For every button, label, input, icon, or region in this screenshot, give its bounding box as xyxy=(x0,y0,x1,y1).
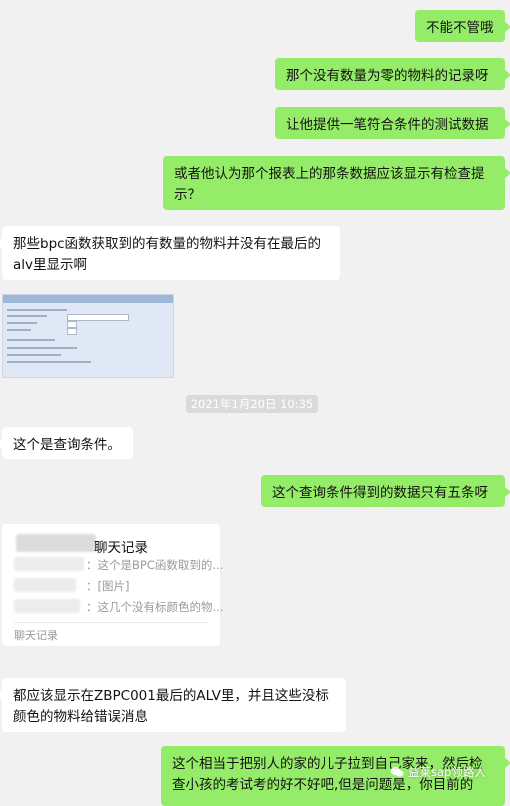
message-text-line: 颜色的物料给错误消息 xyxy=(13,709,148,725)
divider xyxy=(14,622,208,623)
chat-record-card[interactable]: 聊天记录 ：这个是BPC函数取到的... ：[图片] ：这几个没有标颜色的物..… xyxy=(2,524,224,646)
message-bubble-outgoing[interactable]: 让他提供一笔符合条件的测试数据 xyxy=(275,107,510,139)
message-bubble-incoming[interactable]: 那些bpc函数获取到的有数量的物料并没有在最后的 alv里显示啊 xyxy=(0,226,340,280)
message-bubble-outgoing[interactable]: 那个没有数量为零的物料的记录呀 xyxy=(275,58,510,90)
message-text: 这个查询条件得到的数据只有五条呀 xyxy=(272,485,488,501)
timestamp: 2021年1月20日 10:35 xyxy=(186,395,318,413)
message-text-line: 或者他认为那个报表上的那条数据应该显示有检查提 xyxy=(174,166,485,182)
image-message-thumbnail[interactable] xyxy=(2,294,174,378)
chat-record-row: ：[图片] xyxy=(86,579,130,593)
chat-record-title: 聊天记录 xyxy=(94,540,148,556)
chat-record-row: ：这几个没有标颜色的物... xyxy=(86,600,224,614)
message-text-line: 那些bpc函数获取到的有数量的物料并没有在最后的 xyxy=(13,236,322,252)
message-text: 那个没有数量为零的物料的记录呀 xyxy=(286,68,489,84)
message-text-line: 都应该显示在ZBPC001最后的ALV里，并且这些没标 xyxy=(13,688,329,704)
message-bubble-outgoing[interactable]: 或者他认为那个报表上的那条数据应该显示有检查提 示？ xyxy=(163,156,510,210)
watermark: 益莱sap领路人 xyxy=(390,764,486,780)
message-bubble-outgoing[interactable]: 这个查询条件得到的数据只有五条呀 xyxy=(261,475,510,507)
redacted-name xyxy=(16,534,96,552)
redacted-name xyxy=(14,578,76,592)
message-text: 让他提供一笔符合条件的测试数据 xyxy=(286,117,489,133)
redacted-name xyxy=(14,557,84,571)
message-bubble-incoming[interactable]: 这个是查询条件。 xyxy=(0,427,133,459)
redacted-name xyxy=(14,599,80,613)
watermark-text: 益莱sap领路人 xyxy=(408,765,486,779)
message-text: 这个是查询条件。 xyxy=(13,437,121,453)
message-text: 不能不管哦 xyxy=(426,20,494,36)
chat-record-row: ：这个是BPC函数取到的... xyxy=(86,558,224,572)
message-bubble-incoming[interactable]: 都应该显示在ZBPC001最后的ALV里，并且这些没标 颜色的物料给错误消息 xyxy=(0,678,346,732)
message-text-line: 示？ xyxy=(174,187,201,203)
message-bubble-outgoing[interactable]: 不能不管哦 xyxy=(415,10,510,42)
wechat-logo-icon xyxy=(390,767,404,777)
chat-record-footer: 聊天记录 xyxy=(14,629,58,642)
message-text-line: alv里显示啊 xyxy=(13,257,88,273)
